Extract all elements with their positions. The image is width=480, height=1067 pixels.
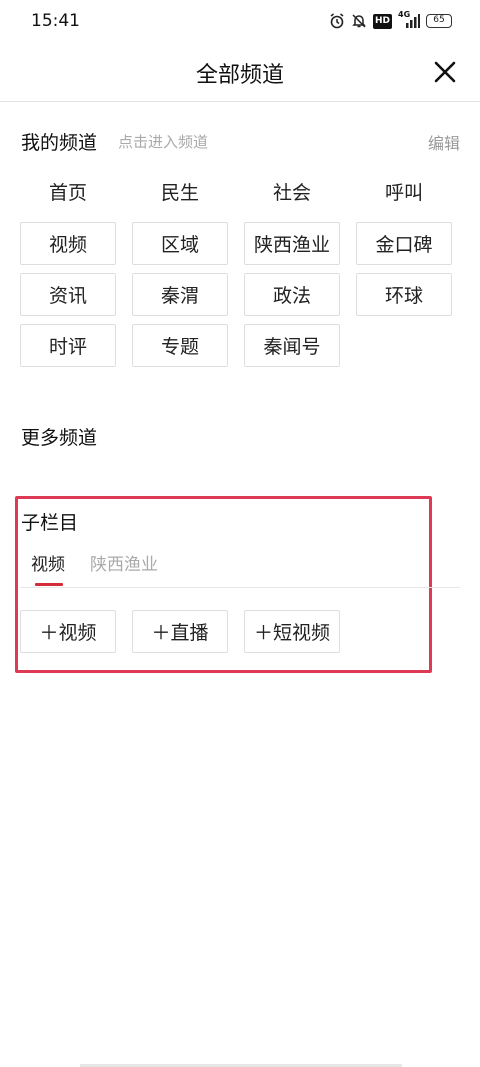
my-channels-title: 我的频道 <box>21 132 98 154</box>
more-channels-title: 更多频道 <box>21 427 98 449</box>
close-button[interactable] <box>430 57 460 87</box>
active-tab-indicator <box>35 583 63 586</box>
alarm-icon <box>330 13 344 29</box>
edit-button[interactable]: 编辑 <box>428 130 460 154</box>
battery-level: 65 <box>433 15 445 25</box>
close-icon <box>434 61 456 83</box>
tab-shaanxi-fishery[interactable]: 陕西渔业 <box>90 550 158 575</box>
channel-chip[interactable]: 视频 <box>20 222 116 265</box>
add-live-button[interactable]: ＋直播 <box>132 610 228 653</box>
sub-columns-tabs: 视频 陕西渔业 <box>20 548 460 588</box>
channel-chip[interactable]: 环球 <box>356 273 452 316</box>
mute-bell-icon <box>352 14 366 28</box>
status-bar: 15:41 HD 4G 65 <box>0 0 480 42</box>
channel-chip[interactable]: 资讯 <box>20 273 116 316</box>
hd-badge: HD <box>372 13 392 29</box>
signal-icon: 4G <box>398 10 420 29</box>
fixed-channel-call[interactable]: 呼叫 <box>356 178 452 205</box>
add-short-video-button[interactable]: ＋短视频 <box>244 610 340 653</box>
sub-columns-title: 子栏目 <box>21 512 79 534</box>
tab-video[interactable]: 视频 <box>31 550 65 575</box>
fixed-channels: 首页 民生 社会 呼叫 <box>20 178 452 208</box>
channel-chip[interactable]: 陕西渔业 <box>244 222 340 265</box>
page-title: 全部频道 <box>195 63 284 88</box>
channel-chip[interactable]: 时评 <box>20 324 116 367</box>
add-video-button[interactable]: ＋视频 <box>20 610 116 653</box>
channel-chip[interactable]: 区域 <box>132 222 228 265</box>
fixed-channel-livelihood[interactable]: 民生 <box>132 178 228 205</box>
battery-icon: 65 <box>426 14 452 28</box>
channel-chip[interactable]: 秦闻号 <box>244 324 340 367</box>
header: 全部频道 <box>0 42 480 102</box>
channel-chip[interactable]: 专题 <box>132 324 228 367</box>
channel-chip[interactable]: 金口碑 <box>356 222 452 265</box>
channel-chip[interactable]: 秦渭 <box>132 273 228 316</box>
channel-chip[interactable]: 政法 <box>244 273 340 316</box>
my-channels-hint: 点击进入频道 <box>118 133 209 151</box>
status-time: 15:41 <box>31 11 80 31</box>
fixed-channel-society[interactable]: 社会 <box>244 178 340 205</box>
fixed-channel-home[interactable]: 首页 <box>20 178 116 205</box>
status-icons: HD 4G 65 <box>329 10 452 31</box>
